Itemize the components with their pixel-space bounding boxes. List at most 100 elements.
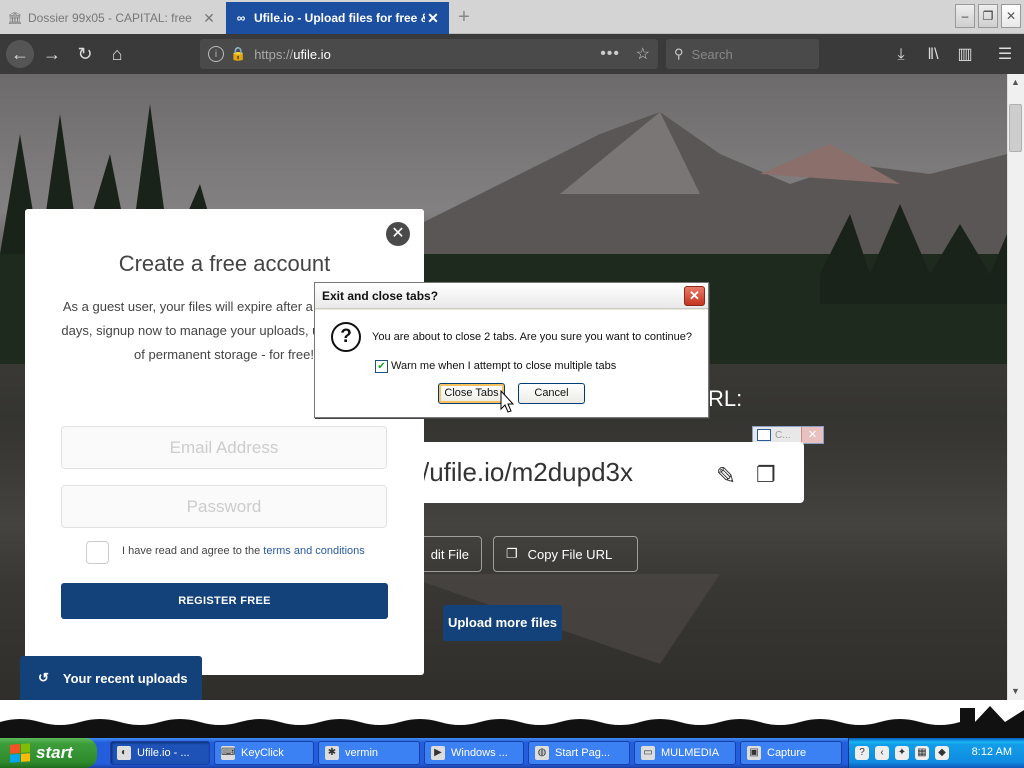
file-url-box: /ufile.io/m2dupd3x ✎ ❐: [404, 442, 804, 503]
email-field[interactable]: Email Address: [61, 426, 387, 469]
page-actions-icon[interactable]: •••: [600, 45, 620, 63]
signup-card: ✕ Create a free account As a guest user,…: [25, 209, 424, 675]
lock-icon[interactable]: 🔒: [230, 46, 246, 62]
browser-icon: ◍: [535, 746, 549, 760]
task-keyclick[interactable]: ⌨ KeyClick: [214, 741, 314, 765]
task-label: KeyClick: [241, 747, 284, 759]
home-icon[interactable]: ⌂: [103, 40, 131, 68]
tab-title: Dossier 99x05 - CAPITAL: free: [28, 11, 192, 25]
copy-icon: ❐: [506, 546, 518, 561]
browser-icon: ◐: [117, 746, 131, 760]
cancel-button[interactable]: Cancel: [518, 383, 585, 404]
start-button[interactable]: start: [0, 738, 97, 768]
windows-logo-icon: [10, 743, 30, 763]
minimize-button[interactable]: –: [955, 4, 975, 28]
tab-ufile[interactable]: ∞ Ufile.io - Upload files for free & sh …: [226, 2, 449, 34]
task-label: Windows ...: [451, 747, 508, 759]
scroll-up-icon[interactable]: ▲: [1008, 74, 1023, 90]
terms-prefix: I have read and agree to the: [122, 545, 261, 557]
keyboard-icon: ⌨: [221, 746, 236, 760]
scrollbar-thumb[interactable]: [1009, 104, 1022, 152]
dialog-message: You are about to close 2 tabs. Are you s…: [372, 331, 693, 343]
tab-title: Ufile.io - Upload files for free & sh: [254, 11, 425, 25]
history-icon: ↺: [38, 670, 49, 685]
copy-file-url-button[interactable]: ❐ Copy File URL: [493, 536, 638, 572]
maximize-button[interactable]: ❐: [978, 4, 998, 28]
edit-file-label: dit File: [430, 546, 469, 562]
task-windows[interactable]: ▶ Windows ...: [424, 741, 524, 765]
recent-uploads-label: Your recent uploads: [62, 670, 188, 686]
vertical-scrollbar[interactable]: [1007, 74, 1024, 700]
bug-icon: ✱: [325, 746, 339, 760]
search-icon: ⚲: [674, 46, 684, 61]
library-icon[interactable]: ‖\: [922, 44, 944, 66]
network-icon[interactable]: ▦: [915, 746, 929, 760]
dialog-titlebar[interactable]: Exit and close tabs? ✕: [315, 283, 708, 309]
ufile-favicon-icon: ∞: [236, 11, 246, 25]
task-start-page[interactable]: ◍ Start Pag...: [528, 741, 630, 765]
media-player-icon: ▶: [431, 746, 445, 760]
task-label: MULMEDIA: [661, 747, 720, 759]
close-tabs-button[interactable]: Close Tabs: [438, 383, 505, 404]
dialog-title: Exit and close tabs?: [322, 289, 439, 303]
dialog-close-button[interactable]: ✕: [684, 286, 705, 306]
back-arrow-icon[interactable]: ←: [6, 40, 34, 68]
task-capture[interactable]: ▣ Capture: [740, 741, 842, 765]
reload-icon[interactable]: ↻: [71, 40, 99, 68]
close-icon[interactable]: ✕: [386, 222, 410, 246]
capture-icon: ▣: [747, 746, 761, 760]
arrow-icon[interactable]: ‹: [875, 746, 889, 760]
warn-checkbox-label[interactable]: Warn me when I attempt to close multiple…: [391, 360, 616, 372]
bookmark-star-icon[interactable]: ☆: [636, 44, 650, 64]
warn-checkbox[interactable]: ✔: [375, 360, 388, 373]
close-icon[interactable]: ✕: [425, 10, 441, 26]
info-icon[interactable]: i: [208, 46, 224, 62]
signup-title: Create a free account: [118, 251, 331, 276]
register-button[interactable]: REGISTER FREE: [61, 583, 388, 619]
help-icon[interactable]: ?: [855, 746, 869, 760]
close-icon[interactable]: ✕: [201, 10, 217, 26]
terms-checkbox[interactable]: [86, 541, 109, 564]
scroll-down-icon[interactable]: ▼: [1008, 683, 1023, 699]
search-input[interactable]: ⚲ Search: [666, 39, 819, 69]
password-field[interactable]: Password: [61, 485, 387, 528]
url-protocol: https://: [254, 46, 294, 62]
new-tab-icon[interactable]: +: [452, 4, 476, 30]
tab-strip: 🏛 Dossier 99x05 - CAPITAL: free ✕ ∞ Ufil…: [0, 0, 1024, 34]
forward-arrow-icon[interactable]: →: [38, 40, 66, 68]
system-tray: ? ‹ ✦ ▦ ◆ 8:12 AM: [848, 738, 1024, 768]
start-label: start: [36, 743, 73, 762]
sidebar-icon[interactable]: ▥: [954, 44, 976, 66]
navigation-toolbar: ← → ↻ ⌂ i 🔒 https:// ufile.io ••• ☆ ⚲ Se…: [0, 34, 1024, 74]
url-host: ufile.io: [293, 46, 331, 62]
app-tray-icon[interactable]: ✦: [895, 746, 909, 760]
hamburger-menu-icon[interactable]: ☰: [994, 44, 1016, 66]
close-icon[interactable]: ✕: [801, 427, 823, 443]
task-label: Start Pag...: [555, 747, 611, 759]
file-url-heading: RL:: [708, 386, 743, 411]
task-label: vermin: [345, 747, 379, 759]
window-icon: [757, 429, 771, 441]
address-bar[interactable]: i 🔒 https:// ufile.io ••• ☆: [200, 39, 658, 69]
mini-window-label: C...: [775, 429, 791, 441]
bottom-silhouette-strip: [0, 700, 1024, 738]
mouse-cursor-icon: [500, 390, 515, 413]
edit-icon[interactable]: ✎: [716, 462, 736, 491]
recent-uploads-button[interactable]: ↺ Your recent uploads: [20, 656, 202, 700]
terms-link[interactable]: terms and conditions: [263, 545, 365, 557]
folder-icon: ▭: [641, 746, 655, 760]
task-mulmedia[interactable]: ▭ MULMEDIA: [634, 741, 736, 765]
task-ufile[interactable]: ◐ Ufile.io - ...: [110, 741, 210, 765]
shield-icon[interactable]: ◆: [935, 746, 949, 760]
copy-url-label: Copy File URL: [527, 546, 613, 562]
task-label: Ufile.io - ...: [137, 747, 190, 759]
clock: 8:12 AM: [971, 746, 1012, 758]
download-icon[interactable]: ⤓: [890, 44, 912, 66]
file-url-text[interactable]: /ufile.io/m2dupd3x: [422, 457, 633, 488]
copy-icon[interactable]: ❐: [756, 462, 776, 488]
question-icon: ?: [331, 322, 361, 352]
tab-dossier[interactable]: 🏛 Dossier 99x05 - CAPITAL: free ✕: [0, 2, 225, 34]
upload-more-files-button[interactable]: Upload more files: [443, 605, 562, 641]
task-vermin[interactable]: ✱ vermin: [318, 741, 420, 765]
window-close-button[interactable]: ✕: [1001, 4, 1021, 28]
